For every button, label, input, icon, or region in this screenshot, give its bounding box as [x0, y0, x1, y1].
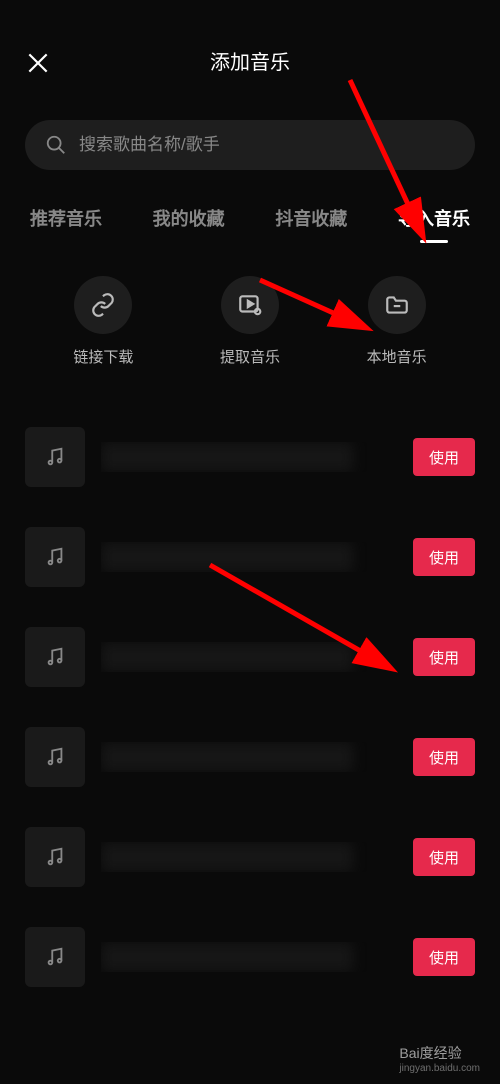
import-link-label: 链接下载 — [73, 346, 133, 367]
use-button[interactable]: 使用 — [413, 438, 475, 476]
music-note-icon — [44, 946, 66, 968]
music-thumb[interactable] — [25, 427, 85, 487]
watermark: Bai度经验 jingyan.baidu.com — [399, 1043, 480, 1074]
music-note-icon — [44, 846, 66, 868]
use-button[interactable]: 使用 — [413, 638, 475, 676]
extract-icon — [237, 292, 263, 318]
music-note-icon — [44, 646, 66, 668]
search-bar[interactable] — [25, 120, 475, 170]
tabs: 推荐音乐 我的收藏 抖音收藏 导入音乐 — [0, 205, 500, 241]
music-row: 使用 — [25, 707, 475, 807]
header: 添加音乐 — [0, 0, 500, 90]
use-button[interactable]: 使用 — [413, 938, 475, 976]
import-options: 链接下载 提取音乐 本地音乐 — [0, 276, 500, 367]
watermark-sub: jingyan.baidu.com — [399, 1063, 480, 1074]
tab-import[interactable]: 导入音乐 — [398, 205, 470, 241]
music-thumb[interactable] — [25, 927, 85, 987]
music-meta — [101, 942, 397, 972]
folder-icon — [384, 292, 410, 318]
music-list: 使用 使用 使用 使用 使用 使用 — [0, 407, 500, 1007]
watermark-main: Bai度经验 — [399, 1045, 461, 1061]
import-local-music[interactable]: 本地音乐 — [367, 276, 427, 367]
page-title: 添加音乐 — [210, 46, 290, 75]
import-extract-label: 提取音乐 — [220, 346, 280, 367]
music-meta — [101, 642, 397, 672]
music-meta — [101, 542, 397, 572]
music-row: 使用 — [25, 407, 475, 507]
music-meta — [101, 842, 397, 872]
music-meta — [101, 742, 397, 772]
import-extract-music[interactable]: 提取音乐 — [220, 276, 280, 367]
link-icon — [90, 292, 116, 318]
music-row: 使用 — [25, 507, 475, 607]
music-thumb[interactable] — [25, 527, 85, 587]
music-thumb[interactable] — [25, 727, 85, 787]
search-icon — [45, 134, 67, 156]
music-note-icon — [44, 746, 66, 768]
search-input[interactable] — [79, 135, 455, 155]
music-row: 使用 — [25, 807, 475, 907]
music-thumb[interactable] — [25, 627, 85, 687]
use-button[interactable]: 使用 — [413, 538, 475, 576]
tab-favorites[interactable]: 我的收藏 — [153, 205, 225, 241]
music-row: 使用 — [25, 607, 475, 707]
tab-douyin-fav[interactable]: 抖音收藏 — [275, 205, 347, 241]
music-thumb[interactable] — [25, 827, 85, 887]
import-link-download[interactable]: 链接下载 — [73, 276, 133, 367]
music-note-icon — [44, 446, 66, 468]
import-local-label: 本地音乐 — [367, 346, 427, 367]
close-icon — [25, 50, 51, 76]
use-button[interactable]: 使用 — [413, 838, 475, 876]
close-button[interactable] — [25, 50, 55, 80]
tab-recommend[interactable]: 推荐音乐 — [30, 205, 102, 241]
music-meta — [101, 442, 397, 472]
music-row: 使用 — [25, 907, 475, 1007]
use-button[interactable]: 使用 — [413, 738, 475, 776]
music-note-icon — [44, 546, 66, 568]
